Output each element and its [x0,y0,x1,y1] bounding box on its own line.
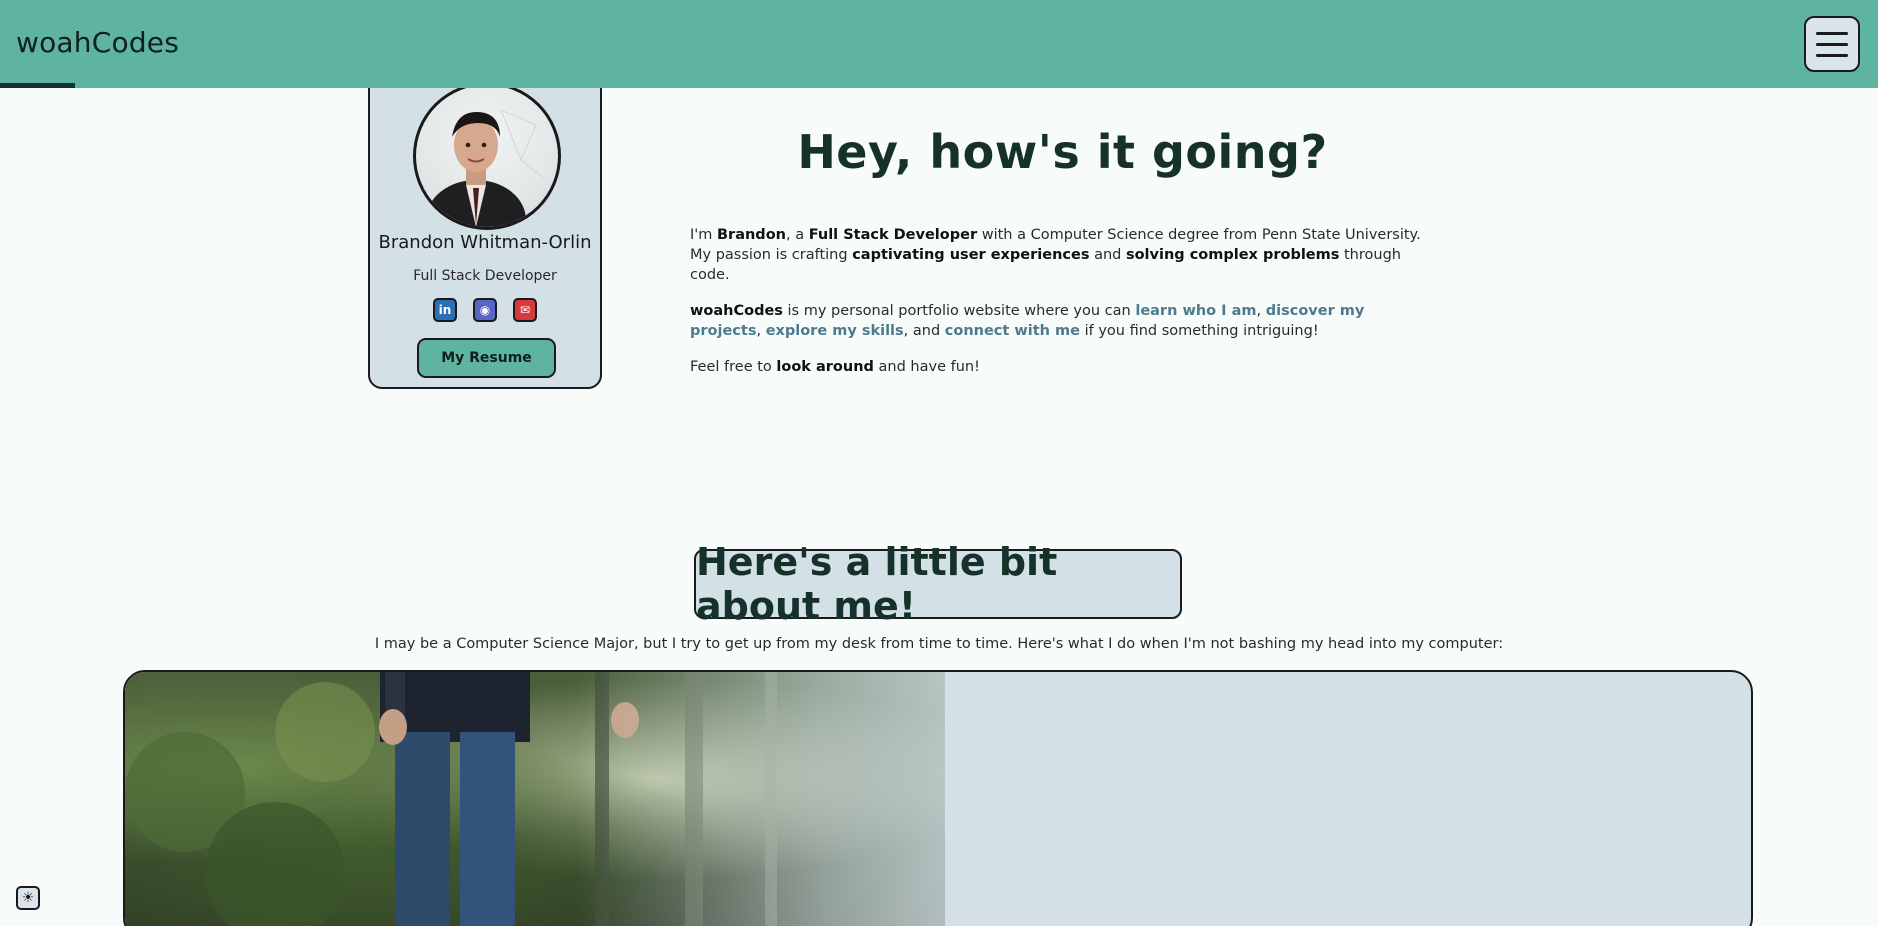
avatar [413,82,561,230]
intro-paragraph: Feel free to look around and have fun! [690,359,980,375]
brand-logo[interactable]: woahCodes [16,26,179,59]
menu-line [1816,31,1848,35]
intro-text: I'm Brandon, a Full Stack Developer with… [690,225,1434,393]
hero-title: Hey, how's it going? [797,125,1328,179]
profile-name: Brandon Whitman-Orlin [378,232,592,253]
intro-paragraph: woahCodes is my personal portfolio websi… [690,303,1365,339]
link-skills[interactable]: explore my skills [766,323,904,339]
email-icon[interactable]: ✉ [513,298,537,322]
link-about[interactable]: learn who I am [1135,303,1256,319]
hamburger-menu-icon[interactable] [1804,16,1860,72]
about-title: Here's a little bit about me! [694,540,1182,628]
profile-photo [426,109,547,227]
link-contact[interactable]: connect with me [945,323,1080,339]
intro-paragraph: I'm Brandon, a Full Stack Developer with… [690,227,1421,283]
resume-button[interactable]: My Resume [417,338,556,378]
profile-role: Full Stack Developer [413,268,557,284]
active-nav-indicator [0,83,75,88]
menu-line [1816,42,1848,46]
about-subtitle: I may be a Computer Science Major, but I… [374,636,1504,652]
discord-icon[interactable]: ◉ [473,298,497,322]
site-header: woahCodes [0,0,1878,88]
linkedin-icon[interactable]: in [433,298,457,322]
hobby-photo-panel [123,670,1753,926]
photo-fade-overlay [575,672,1075,926]
profile-card: Brandon Whitman-Orlin Full Stack Develop… [368,60,602,389]
menu-line [1816,53,1848,57]
sun-icon[interactable]: ☀ [16,886,40,910]
social-links: in ◉ ✉ [370,298,600,322]
